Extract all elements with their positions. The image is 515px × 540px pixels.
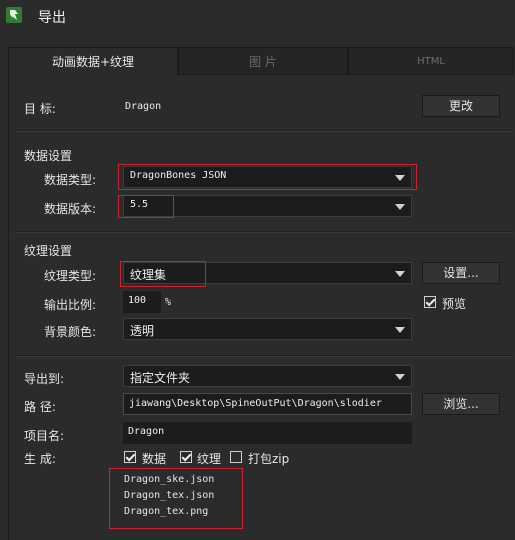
export-to-value: 指定文件夹 — [130, 371, 191, 385]
output-scale-label: 输出比例: — [44, 298, 97, 312]
data-version-label: 数据版本: — [44, 202, 97, 216]
texture-settings-title: 纹理设置 — [24, 244, 73, 258]
tab-bar: 动画数据+纹理 图 片 HTML — [8, 47, 514, 75]
path-input[interactable]: jiawang\Desktop\SpineOutPut\Dragon\slodi… — [123, 393, 412, 415]
tab-images[interactable]: 图 片 — [178, 47, 348, 75]
change-button[interactable]: 更改 — [422, 95, 500, 117]
export-to-label: 导出到: — [24, 372, 65, 386]
texture-checkbox[interactable] — [180, 451, 192, 463]
texture-type-label: 纹理类型: — [44, 269, 97, 283]
target-value: Dragon — [125, 101, 162, 112]
divider — [15, 355, 514, 357]
title-bar: 导出 — [0, 0, 515, 34]
file-item: Dragon_tex.png — [124, 506, 209, 517]
target-label: 目 标: — [24, 102, 56, 116]
bg-color-value: 透明 — [130, 324, 155, 338]
output-scale-value: 100 — [128, 295, 147, 306]
tab-html[interactable]: HTML — [348, 47, 514, 75]
generate-label: 生 成: — [24, 452, 56, 466]
preview-label: 预览 — [442, 297, 467, 311]
texture-settings-button[interactable]: 设置... — [422, 262, 500, 284]
bg-color-select[interactable]: 透明 — [123, 318, 412, 340]
scale-unit: % — [165, 297, 172, 308]
data-checkbox-label: 数据 — [142, 452, 167, 466]
export-to-select[interactable]: 指定文件夹 — [123, 365, 412, 387]
project-name-value: Dragon — [128, 426, 165, 437]
divider — [15, 231, 514, 233]
highlight-box — [118, 164, 417, 190]
output-scale-input[interactable]: 100 — [123, 291, 161, 313]
path-label: 路 径: — [24, 400, 56, 414]
project-name-input[interactable]: Dragon — [123, 422, 412, 444]
data-settings-title: 数据设置 — [24, 149, 73, 163]
data-checkbox[interactable] — [124, 451, 136, 463]
tab-animation-data[interactable]: 动画数据+纹理 — [8, 47, 178, 75]
zip-checkbox-label: 打包zip — [248, 452, 290, 466]
project-name-label: 项目名: — [24, 429, 65, 443]
app-icon — [6, 7, 22, 23]
chevron-down-icon — [395, 204, 405, 210]
highlight-box — [120, 261, 206, 287]
divider — [15, 130, 514, 132]
file-item: Dragon_tex.json — [124, 490, 215, 501]
chevron-down-icon — [395, 374, 405, 380]
bg-color-label: 背景颜色: — [44, 325, 97, 339]
browse-button[interactable]: 浏览... — [422, 393, 500, 415]
texture-checkbox-label: 纹理 — [197, 452, 222, 466]
window-title: 导出 — [38, 10, 66, 26]
file-item: Dragon_ske.json — [124, 474, 215, 485]
path-value: jiawang\Desktop\SpineOutPut\Dragon\slodi… — [129, 398, 382, 409]
zip-checkbox[interactable] — [230, 451, 242, 463]
preview-checkbox[interactable] — [424, 296, 436, 308]
chevron-down-icon — [395, 327, 405, 333]
data-type-label: 数据类型: — [44, 173, 97, 187]
chevron-down-icon — [395, 271, 405, 277]
highlight-box — [118, 195, 174, 218]
